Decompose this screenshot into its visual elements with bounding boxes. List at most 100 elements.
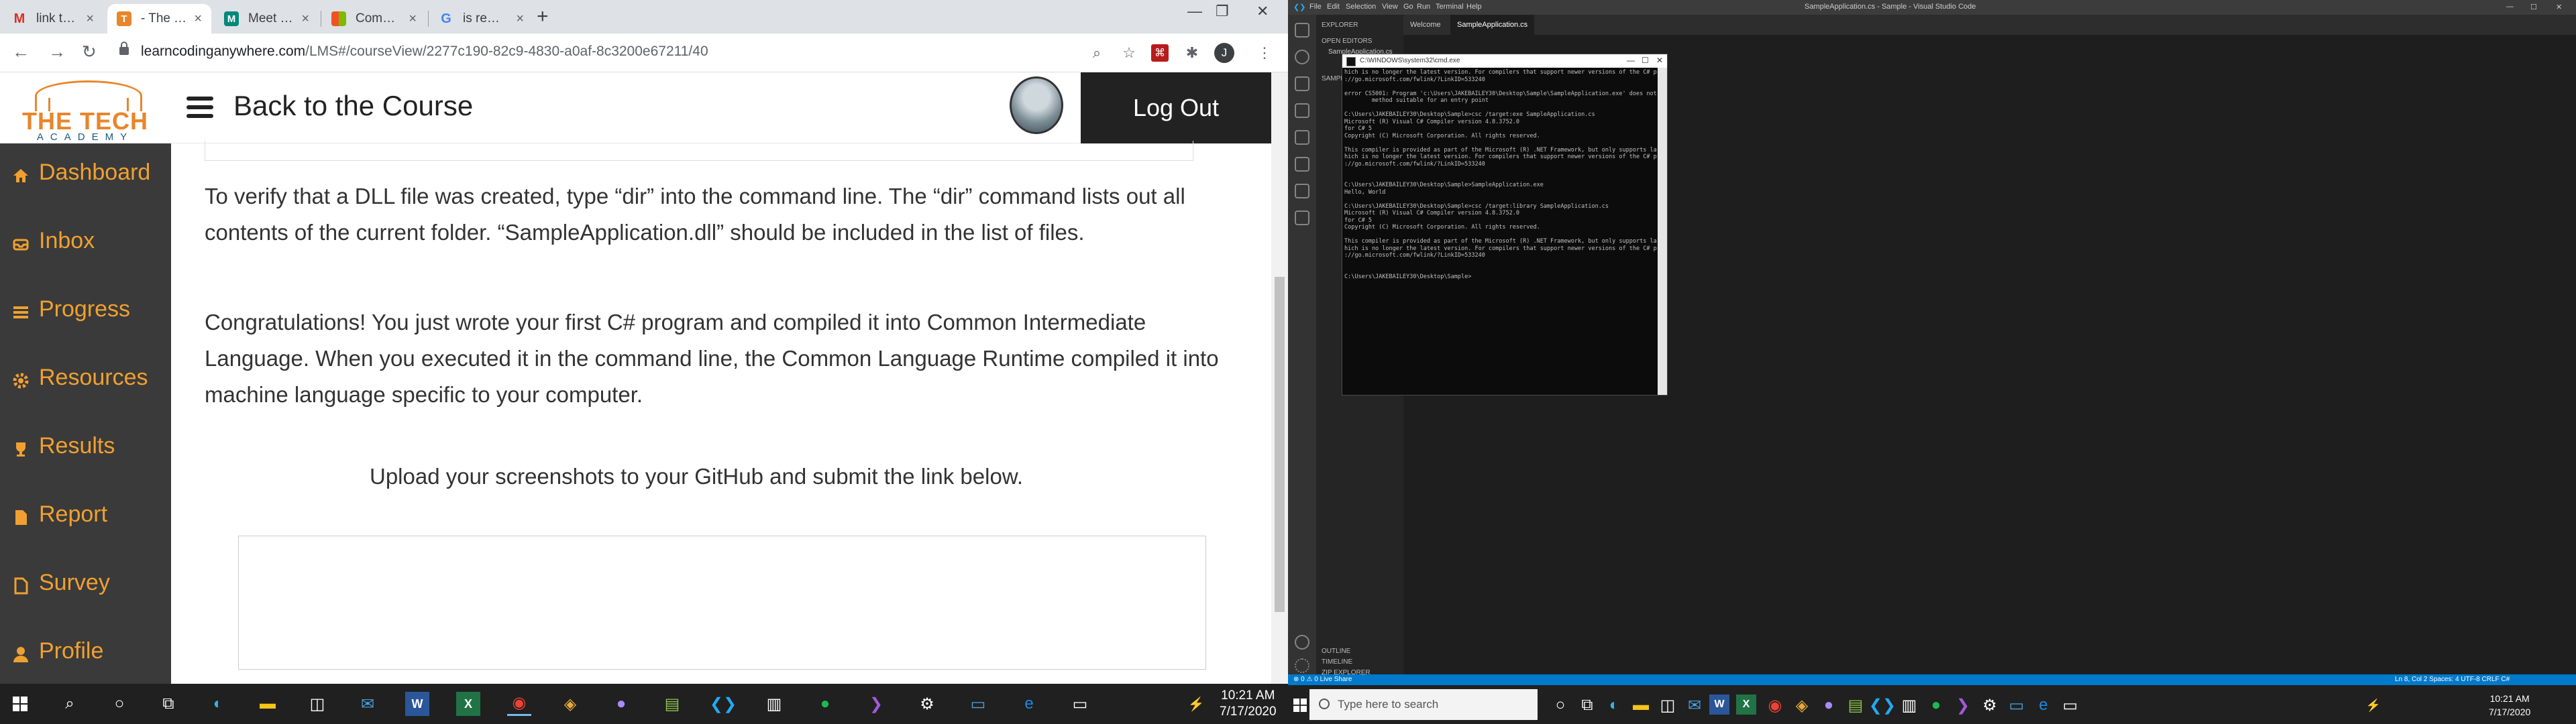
- minimize-button[interactable]: —: [2506, 3, 2514, 11]
- outline-section[interactable]: OUTLINE: [1322, 648, 1350, 655]
- edge-icon[interactable]: ◐: [206, 692, 230, 716]
- menu-run[interactable]: Run: [1417, 3, 1430, 11]
- reload-icon[interactable]: ↻: [82, 42, 97, 62]
- sidebar-item-dashboard[interactable]: Dashboard: [12, 160, 150, 186]
- menu-edit[interactable]: Edit: [1327, 3, 1340, 11]
- menu-terminal[interactable]: Terminal: [1436, 3, 1464, 11]
- github-icon[interactable]: ●: [1817, 693, 1841, 717]
- mail-icon[interactable]: ✉: [356, 692, 380, 716]
- close-window-button[interactable]: ✕: [1256, 3, 1269, 20]
- internet-explorer-icon[interactable]: e: [1017, 692, 1041, 716]
- extensions-icon[interactable]: ✱: [1182, 43, 1202, 63]
- vscode-icon[interactable]: ❮❯: [1869, 693, 1896, 717]
- minimize-button[interactable]: —: [1627, 56, 1635, 65]
- back-to-course-link[interactable]: Back to the Course: [233, 90, 473, 122]
- minimize-button[interactable]: —: [1187, 3, 1202, 20]
- sidebar-item-results[interactable]: Results: [12, 433, 115, 459]
- sidebar-item-progress[interactable]: Progress: [12, 296, 130, 322]
- close-window-button[interactable]: ✕: [2556, 3, 2562, 11]
- menu-file[interactable]: File: [1309, 3, 1322, 11]
- vscode-icon[interactable]: ❮❯: [710, 692, 737, 716]
- menu-help[interactable]: Help: [1466, 3, 1482, 11]
- windows-start-icon[interactable]: [8, 692, 32, 716]
- scrollbar-thumb[interactable]: [1275, 277, 1285, 612]
- bookmark-star-icon[interactable]: ☆: [1119, 43, 1139, 63]
- profile-avatar[interactable]: J: [1214, 43, 1234, 63]
- docker-icon[interactable]: [1295, 210, 1309, 225]
- windows-start-icon[interactable]: [1288, 693, 1312, 717]
- mail-icon[interactable]: ✉: [1682, 693, 1707, 717]
- tab-google-search[interactable]: G is removing a service mem ×: [429, 4, 533, 34]
- taskbar-search-input[interactable]: Type here to search: [1309, 689, 1538, 720]
- close-icon[interactable]: ×: [194, 11, 202, 27]
- hamburger-menu-icon[interactable]: [186, 97, 213, 119]
- task-view-icon[interactable]: ⧉: [156, 692, 180, 716]
- task-view-icon[interactable]: ⧉: [1575, 693, 1599, 717]
- file-explorer-icon[interactable]: ▬: [1629, 693, 1653, 717]
- search-icon[interactable]: [1295, 50, 1309, 64]
- store-icon[interactable]: ◫: [1656, 693, 1680, 717]
- clock[interactable]: 10:21 AM 7/17/2020: [1220, 688, 1277, 720]
- store-icon[interactable]: ◫: [305, 692, 329, 716]
- source-control-icon[interactable]: [1295, 76, 1309, 91]
- open-editors-section[interactable]: OPEN EDITORS: [1322, 38, 1372, 45]
- visual-studio-icon[interactable]: ❯: [864, 692, 888, 716]
- tab-tech-academy[interactable]: T - The Tech Academy | Learn ×: [107, 4, 211, 34]
- timeline-section[interactable]: TIMELINE: [1322, 658, 1352, 666]
- logout-button[interactable]: Log Out: [1081, 72, 1271, 143]
- menu-view[interactable]: View: [1382, 3, 1398, 11]
- user-avatar[interactable]: [1010, 76, 1063, 134]
- status-right[interactable]: Ln 8, Col 2 Spaces: 4 UTF-8 CRLF C#: [2395, 676, 2510, 683]
- address-bar[interactable]: learncodinganywhere.com/LMS#/courseView/…: [141, 44, 708, 60]
- remote-desktop-icon[interactable]: ▭: [2004, 693, 2029, 717]
- cmd-output[interactable]: hich is no longer the latest version. Fo…: [1344, 69, 1657, 395]
- cmd-scrollbar[interactable]: [1658, 68, 1667, 395]
- terminal-icon[interactable]: ▭: [1068, 692, 1092, 716]
- settings-gear-icon[interactable]: [1295, 658, 1309, 673]
- files-icon[interactable]: ▥: [1897, 693, 1921, 717]
- restore-button[interactable]: ❐: [1216, 3, 1229, 20]
- excel-icon[interactable]: X: [456, 692, 480, 716]
- word-icon[interactable]: W: [1709, 695, 1729, 715]
- close-icon[interactable]: ×: [86, 11, 94, 27]
- app-icon[interactable]: ◈: [1790, 693, 1814, 717]
- settings-gear-icon[interactable]: ⚙: [915, 692, 939, 716]
- file-explorer-icon[interactable]: ▬: [256, 692, 280, 716]
- submission-textarea[interactable]: [238, 536, 1206, 670]
- tab-command-line-build[interactable]: Command-line build with c ×: [322, 4, 426, 34]
- notepad-icon[interactable]: ▤: [660, 692, 684, 716]
- back-icon[interactable]: ←: [12, 42, 30, 62]
- close-icon[interactable]: ×: [516, 11, 524, 27]
- sidebar-item-survey[interactable]: Survey: [12, 570, 110, 596]
- network-icon[interactable]: ⚡: [1184, 692, 1208, 716]
- github-icon[interactable]: ●: [609, 692, 633, 716]
- cortana-icon[interactable]: ○: [1548, 693, 1572, 717]
- tab-sample-application[interactable]: SampleApplication.cs: [1450, 15, 1535, 35]
- close-window-button[interactable]: ✕: [1656, 56, 1663, 65]
- visual-studio-icon[interactable]: ❯: [1951, 693, 1975, 717]
- cortana-icon[interactable]: ○: [107, 692, 131, 716]
- hangouts-icon[interactable]: ●: [1924, 693, 1948, 717]
- edge-icon[interactable]: ◐: [1602, 693, 1626, 717]
- new-tab-button[interactable]: +: [537, 5, 549, 28]
- remote-desktop-icon[interactable]: ▭: [966, 692, 990, 716]
- tab-meet[interactable]: M Meet - whu-ijnw-uuy ×: [215, 4, 319, 34]
- clock[interactable]: 10:21 AM 7/17/2020: [2489, 692, 2530, 719]
- settings-gear-icon[interactable]: ⚙: [1978, 693, 2002, 717]
- cmd-window[interactable]: C:\WINDOWS\system32\cmd.exe — ☐ ✕ hich i…: [1342, 54, 1668, 396]
- page-scrollbar[interactable]: [1271, 72, 1288, 684]
- live-share-icon[interactable]: [1295, 184, 1309, 198]
- accounts-icon[interactable]: [1295, 635, 1309, 650]
- menu-go[interactable]: Go: [1403, 3, 1413, 11]
- more-menu-icon[interactable]: ⋮: [1254, 43, 1275, 63]
- chrome-icon[interactable]: ◉: [507, 692, 531, 716]
- sidebar-item-inbox[interactable]: Inbox: [12, 228, 95, 254]
- forward-icon[interactable]: →: [48, 42, 66, 62]
- app-icon[interactable]: ◈: [558, 692, 582, 716]
- tab-gmail[interactable]: M link to meet - jakebailey30@ ×: [3, 4, 103, 34]
- search-icon[interactable]: ⌕: [58, 692, 82, 716]
- chrome-icon[interactable]: ◉: [1763, 693, 1787, 717]
- zoom-icon[interactable]: ⌕: [1087, 43, 1107, 63]
- excel-icon[interactable]: X: [1736, 695, 1756, 715]
- explorer-icon[interactable]: [1295, 23, 1309, 38]
